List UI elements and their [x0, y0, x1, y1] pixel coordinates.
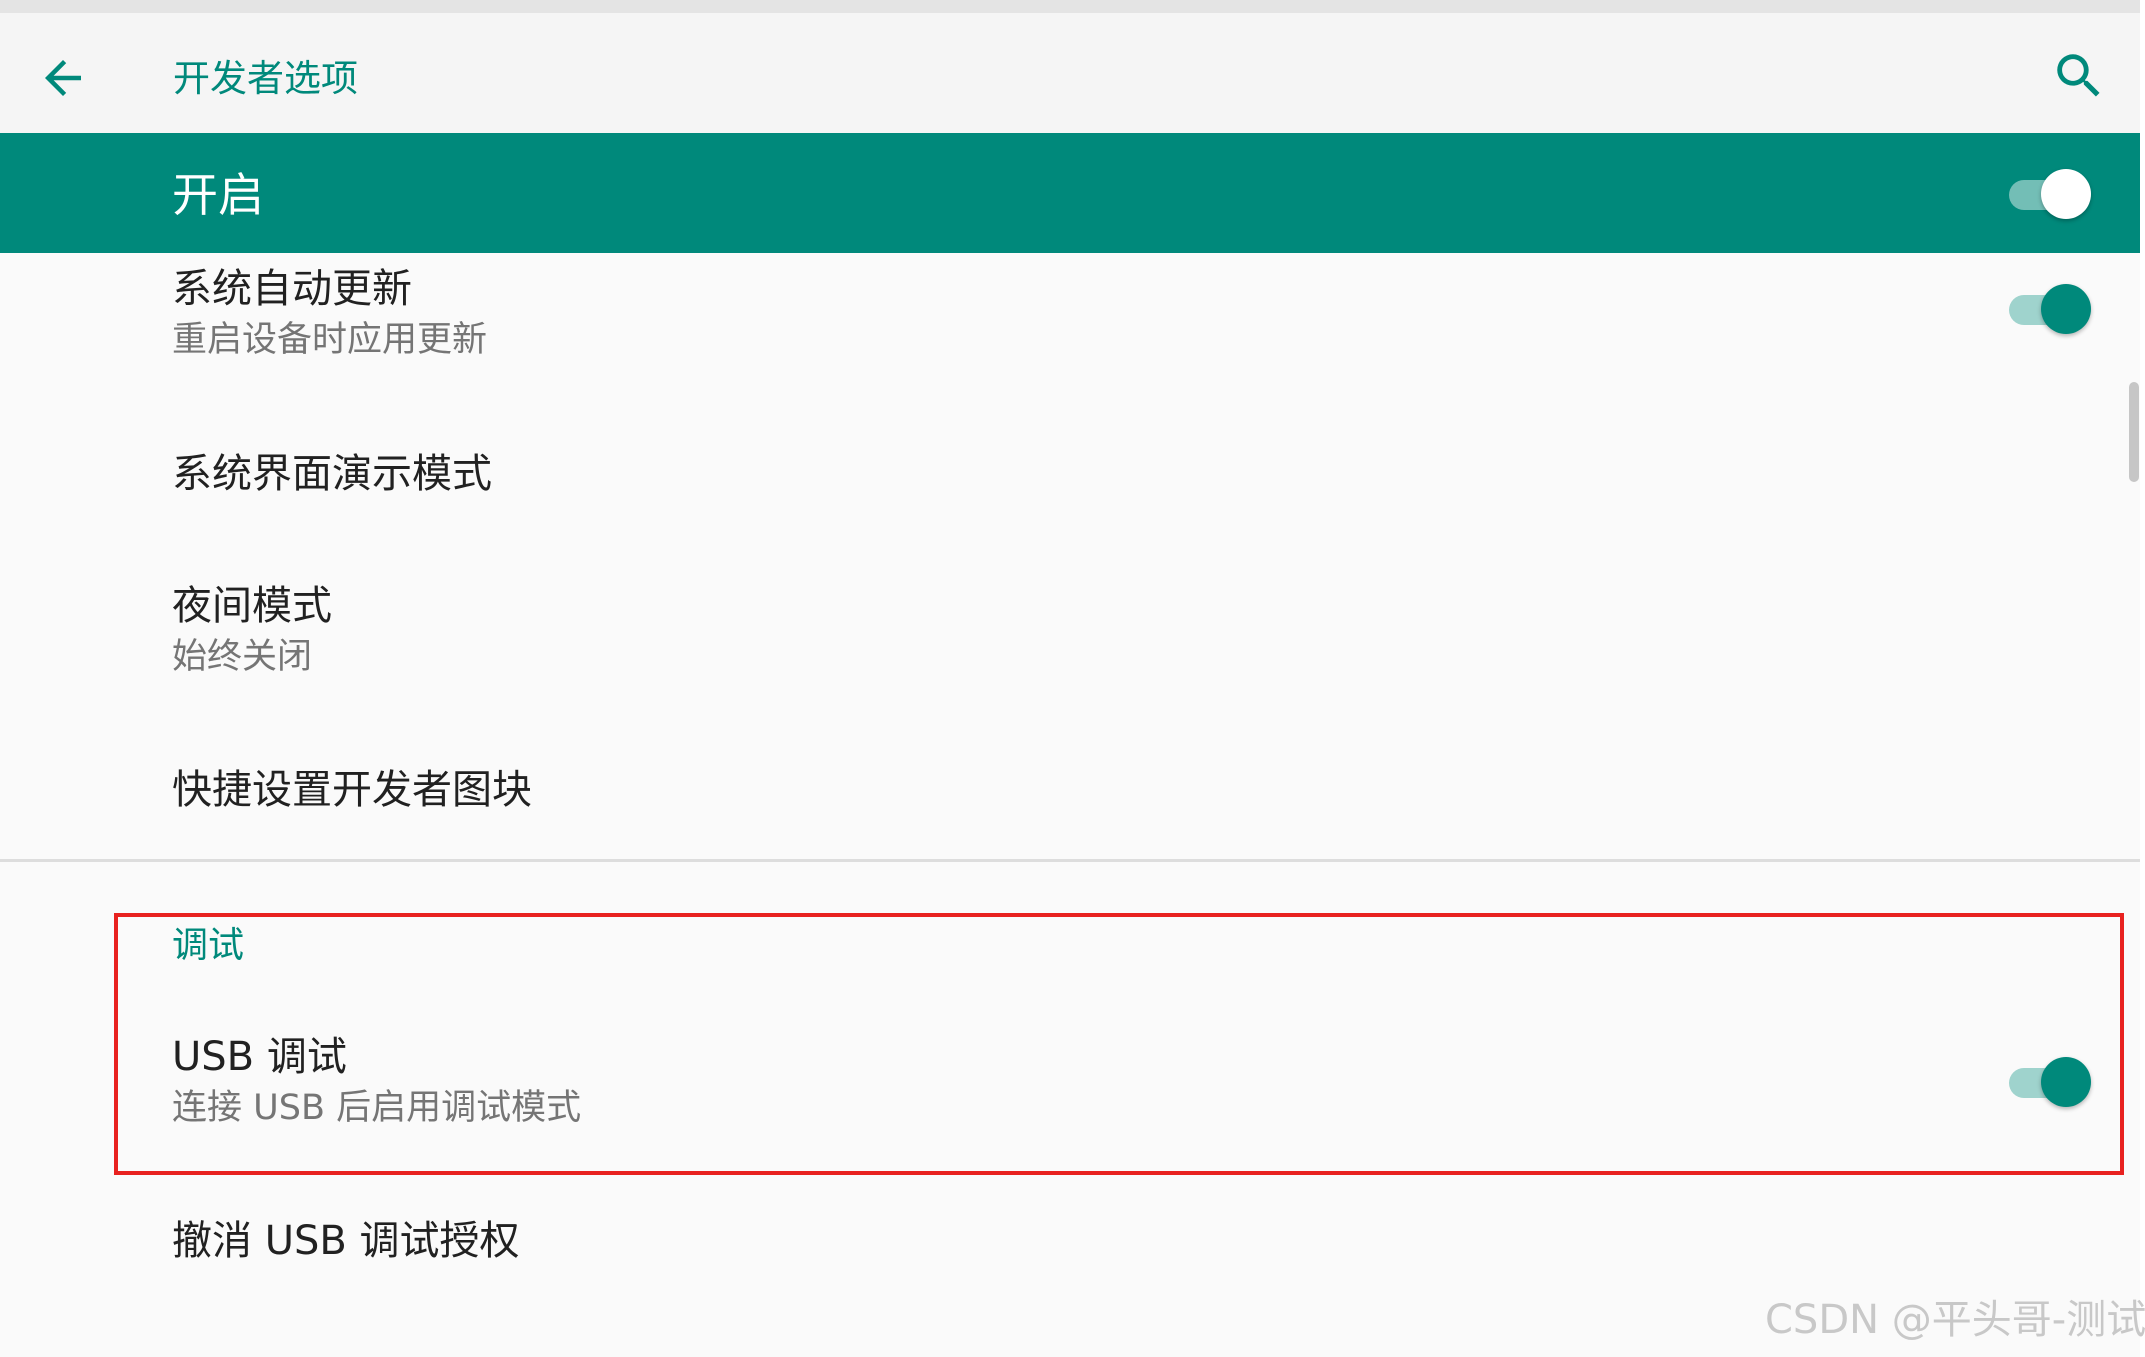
usb-debugging-toggle[interactable] [2005, 1056, 2091, 1108]
pref-usb-debugging[interactable]: USB 调试 连接 USB 后启用调试模式 [0, 1020, 2140, 1160]
pref-auto-update[interactable]: 系统自动更新 重启设备时应用更新 [0, 253, 2140, 383]
pref-demo-mode[interactable]: 系统界面演示模式 [0, 420, 2140, 532]
toggle-thumb [2041, 169, 2091, 219]
master-toggle[interactable] [2005, 168, 2091, 220]
watermark: CSDN @平头哥-测试 [1765, 1297, 2145, 1343]
page-title: 开发者选项 [173, 57, 358, 100]
section-divider [0, 859, 2140, 862]
partial-row-glyphs: ━━ ━━━━ [172, 1344, 532, 1357]
pref-title: 夜间模式 [172, 583, 332, 629]
pref-night-mode[interactable]: 夜间模式 始终关闭 [0, 570, 2140, 700]
pref-quick-tiles[interactable]: 快捷设置开发者图块 [0, 740, 2140, 852]
pref-title: 快捷设置开发者图块 [172, 767, 532, 813]
toggle-thumb [2041, 284, 2091, 334]
pref-title: USB 调试 [172, 1034, 347, 1080]
pref-summary: 连接 USB 后启用调试模式 [172, 1088, 582, 1128]
search-icon[interactable] [2050, 47, 2108, 105]
right-edge [2140, 0, 2145, 1357]
developer-options-screen: 开发者选项 开启 系统自动更新 重启设备时应用更新 系统界面演示模式 夜间模式 … [0, 0, 2145, 1357]
arrow-back-icon[interactable] [36, 51, 90, 105]
status-bar [0, 0, 2140, 13]
scrollbar[interactable] [2129, 382, 2139, 482]
master-switch-label: 开启 [172, 168, 264, 222]
category-debugging-title: 调试 [172, 925, 245, 966]
toggle-thumb [2041, 1057, 2091, 1107]
master-switch-bar[interactable]: 开启 [0, 133, 2140, 253]
pref-title: 系统自动更新 [172, 266, 412, 312]
pref-summary: 始终关闭 [172, 637, 313, 677]
pref-revoke-usb[interactable]: 撤消 USB 调试授权 [0, 1195, 2140, 1295]
toolbar: 开发者选项 [0, 13, 2140, 133]
partial-next-row: ━━ ━━━━ [172, 1344, 532, 1357]
pref-title: 系统界面演示模式 [172, 451, 492, 497]
pref-title: 撤消 USB 调试授权 [172, 1218, 520, 1264]
auto-update-toggle[interactable] [2005, 283, 2091, 335]
pref-summary: 重启设备时应用更新 [172, 320, 488, 360]
